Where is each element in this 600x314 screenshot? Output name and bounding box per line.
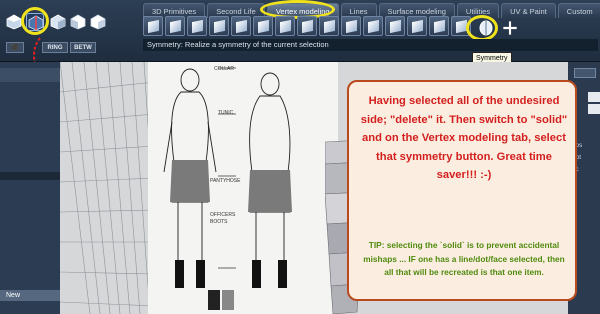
tool-icon-7[interactable]	[275, 16, 295, 36]
vertex-tool-icons	[143, 16, 473, 38]
edge-highlight-ring	[21, 7, 49, 35]
tool-icon-5[interactable]	[231, 16, 251, 36]
tool-icon-9[interactable]	[319, 16, 339, 36]
tool-icon-6[interactable]	[253, 16, 273, 36]
tool-icon-13[interactable]	[407, 16, 427, 36]
right-panel-swatch[interactable]	[588, 92, 600, 102]
loop-button[interactable]: ⬛	[6, 42, 24, 53]
select-all-icon[interactable]	[90, 14, 106, 30]
callout-main-text: Having selected all of the undesired sid…	[360, 95, 568, 181]
sheet-label-pantyhose: PANTYHOSE	[210, 178, 241, 184]
symmetry-highlight-ring	[466, 15, 498, 41]
right-panel-swatch-2[interactable]	[588, 104, 600, 114]
tab-custom[interactable]: Custom	[557, 3, 600, 18]
between-button[interactable]: BETW	[70, 42, 96, 53]
left-panel-divider	[0, 172, 60, 180]
callout-tip-text: TIP: selecting the `solid` is to prevent…	[363, 240, 565, 277]
tool-icon-12[interactable]	[385, 16, 405, 36]
figure-drawing	[163, 67, 292, 310]
select-face-icon[interactable]	[50, 14, 66, 30]
sheet-label-officers: OFFICERS	[210, 212, 236, 218]
tool-icon-8[interactable]	[297, 16, 317, 36]
tool-icon-11[interactable]	[363, 16, 383, 36]
select-vertex-icon[interactable]	[6, 14, 22, 30]
select-object-icon[interactable]	[70, 14, 86, 30]
add-icon[interactable]	[502, 20, 517, 35]
tool-icon-3[interactable]	[187, 16, 207, 36]
selection-tools: ⬛ RING BETW	[2, 7, 112, 56]
tool-icon-14[interactable]	[429, 16, 449, 36]
right-panel-field[interactable]	[574, 68, 596, 78]
annotation-callout: Having selected all of the undesired sid…	[347, 80, 577, 301]
tool-icon-4[interactable]	[209, 16, 229, 36]
sheet-label-collar: COLLAR	[214, 66, 235, 72]
new-item[interactable]: New	[0, 290, 60, 301]
left-panel: New es	[0, 62, 60, 314]
status-line: Symmetry: Realize a symmetry of the curr…	[143, 39, 598, 51]
reference-sheet: COLLAR TUNIC PANTYHOSE OFFICERS BOOTS	[148, 62, 338, 314]
tool-icon-2[interactable]	[165, 16, 185, 36]
sheet-label-boots: BOOTS	[210, 219, 228, 225]
left-panel-header	[0, 68, 60, 82]
tool-icon-10[interactable]	[341, 16, 361, 36]
tab-uv-paint[interactable]: UV & Paint	[501, 3, 556, 18]
sheet-label-tunic: TUNIC	[218, 110, 234, 116]
tool-icon-1[interactable]	[143, 16, 163, 36]
